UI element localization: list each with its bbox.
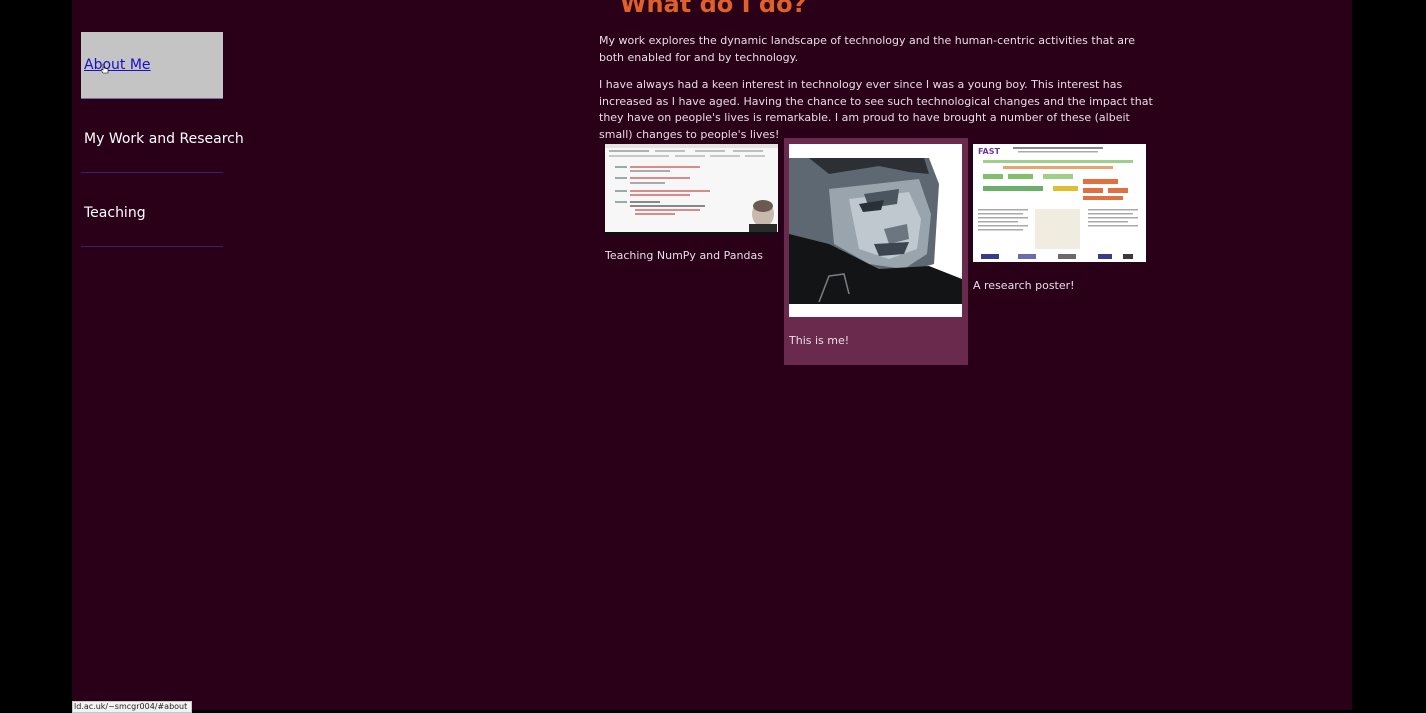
interest-paragraph: I have always had a keen interest in tec… (599, 78, 1153, 141)
nav-item-teaching[interactable]: Teaching (81, 180, 223, 247)
portrait-icon (789, 144, 962, 317)
gallery-card-portrait[interactable]: This is me! (784, 138, 968, 365)
nav-item-label: About Me (84, 57, 151, 73)
poster-icon: FAST (973, 144, 1146, 262)
poster-logo-text: FAST (978, 147, 1001, 156)
gallery-caption: A research poster! (973, 279, 1075, 292)
gallery-card-teaching[interactable]: Teaching NumPy and Pandas (599, 138, 783, 278)
gallery-caption: Teaching NumPy and Pandas (605, 249, 763, 262)
notebook-screenshot-image (605, 144, 778, 235)
code-screenshot-icon (605, 144, 778, 232)
portrait-image (789, 144, 962, 317)
research-poster-image: FAST (973, 144, 1146, 262)
gallery-caption: This is me! (789, 334, 850, 347)
sidebar-nav: About Me My Work and Research Teaching (81, 32, 244, 254)
nav-item-label: Teaching (84, 205, 146, 221)
page-title: What do I do? (620, 0, 807, 18)
hand-cursor-icon (101, 64, 109, 74)
browser-status-bar-url: ld.ac.uk/~smcgr004/#about (72, 701, 193, 713)
page: About Me My Work and Research Teaching W… (72, 0, 1352, 710)
gallery-card-poster[interactable]: FAST A research poster! (968, 138, 1152, 308)
intro-paragraph: My work explores the dynamic landscape o… (599, 34, 1136, 64)
nav-item-my-work-and-research[interactable]: My Work and Research (81, 106, 244, 173)
nav-item-label: My Work and Research (84, 131, 244, 147)
nav-item-about-me[interactable]: About Me (81, 32, 223, 99)
